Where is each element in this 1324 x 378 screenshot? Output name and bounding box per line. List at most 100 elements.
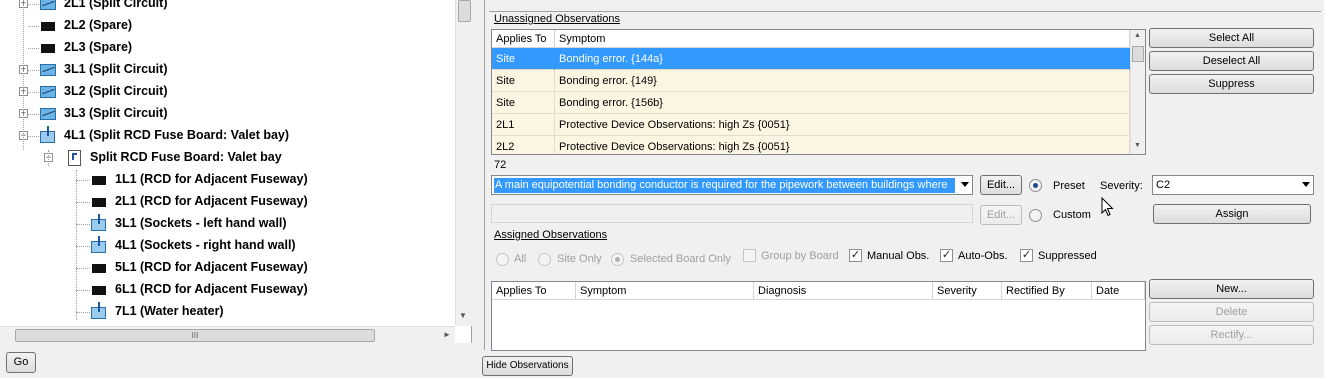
- scroll-down-arrow-icon[interactable]: ▼: [1134, 142, 1141, 149]
- hide-observations-button[interactable]: Hide Observations: [482, 356, 573, 376]
- assigned-grid-header: Applies To Symptom Diagnosis Severity Re…: [492, 282, 1145, 300]
- tree-item[interactable]: 6L1 (RCD for Adjacent Fuseway): [0, 279, 455, 301]
- custom-diagnosis-field[interactable]: [491, 204, 973, 223]
- column-header-rectified-by[interactable]: Rectified By: [1002, 282, 1092, 300]
- table-row[interactable]: 2L1 Protective Device Observations: high …: [492, 114, 1130, 136]
- scroll-down-arrow-icon[interactable]: ▼: [459, 311, 467, 320]
- cell-symptom: Bonding error. {156b}: [555, 92, 1130, 114]
- column-header-applies-to[interactable]: Applies To: [492, 30, 555, 48]
- tree-item-label: 2L1 (Split Circuit): [64, 0, 168, 10]
- tree-item-label: 7L1 (Water heater): [115, 304, 224, 318]
- tree-item-label: 3L1 (Sockets - left hand wall): [115, 216, 287, 230]
- severity-label: Severity:: [1100, 180, 1143, 192]
- assigned-observations-grid[interactable]: Applies To Symptom Diagnosis Severity Re…: [491, 281, 1146, 351]
- circuit-tree[interactable]: +2L1 (Split Circuit) 2L2 (Spare) 2L3 (Spar…: [0, 0, 472, 343]
- new-observation-button[interactable]: New...: [1149, 279, 1314, 299]
- table-row[interactable]: 2L2 Protective Device Observations: high …: [492, 136, 1130, 154]
- tree-item[interactable]: 1L1 (RCD for Adjacent Fuseway): [0, 169, 455, 191]
- tree-connector: [76, 290, 90, 291]
- column-header-symptom[interactable]: Symptom: [555, 30, 1130, 48]
- custom-radio[interactable]: [1029, 209, 1042, 222]
- severity-combo[interactable]: C2: [1152, 175, 1314, 195]
- preset-diagnosis-text: A main equipotential bonding conductor i…: [494, 178, 955, 193]
- tree-connector: [76, 246, 90, 247]
- filter-site-only-radio[interactable]: [538, 253, 551, 266]
- column-header-diagnosis[interactable]: Diagnosis: [754, 282, 933, 300]
- observations-panel: Unassigned Observations Applies To Sympt…: [484, 0, 1324, 351]
- board-circuit-icon: [91, 302, 106, 319]
- cell-symptom: Bonding error. {149}: [555, 70, 1130, 92]
- delete-observation-button[interactable]: Delete: [1149, 302, 1314, 322]
- tree-item[interactable]: 2L1 (RCD for Adjacent Fuseway): [0, 191, 455, 213]
- select-all-button[interactable]: Select All: [1149, 28, 1314, 48]
- split-circuit-icon: [40, 0, 56, 10]
- severity-value: C2: [1156, 179, 1171, 191]
- auto-obs-checkbox[interactable]: ✓: [940, 249, 953, 262]
- board-circuit-icon: [91, 236, 106, 253]
- tree-item[interactable]: 2L3 (Spare): [0, 37, 455, 59]
- column-header-symptom[interactable]: Symptom: [576, 282, 754, 300]
- preset-diagnosis-combo[interactable]: A main equipotential bonding conductor i…: [491, 175, 973, 195]
- tree-item[interactable]: 3L1 (Sockets - left hand wall): [0, 213, 455, 235]
- vertical-scroll-thumb[interactable]: [458, 0, 471, 22]
- tree-item-label: 2L2 (Spare): [64, 18, 133, 32]
- tree-item[interactable]: 4L1 (Sockets - right hand wall): [0, 235, 455, 257]
- suppress-button[interactable]: Suppress: [1149, 74, 1314, 94]
- chevron-down-icon[interactable]: [1302, 182, 1310, 187]
- board-circuit-icon: [40, 126, 55, 143]
- tree-item[interactable]: − Split RCD Fuse Board: Valet bay: [0, 147, 455, 169]
- tree-connector: [23, 0, 24, 150]
- scroll-right-arrow-icon[interactable]: ►: [443, 330, 451, 339]
- tree-item[interactable]: +3L1 (Split Circuit): [0, 59, 455, 81]
- scroll-up-arrow-icon[interactable]: ▲: [1134, 32, 1141, 39]
- tree-item[interactable]: −4L1 (Split RCD Fuse Board: Valet bay): [0, 125, 455, 147]
- tree-connector: [28, 48, 39, 49]
- tree-item-label: 5L1 (RCD for Adjacent Fuseway): [115, 260, 308, 274]
- auto-obs-label: Auto-Obs.: [958, 250, 1008, 262]
- preset-radio[interactable]: [1029, 179, 1042, 192]
- edit-preset-button[interactable]: Edit...: [980, 175, 1022, 195]
- rectify-observation-button[interactable]: Rectify...: [1149, 325, 1314, 345]
- tree-connector: [28, 136, 39, 137]
- tree-connector: [76, 202, 90, 203]
- deselect-all-button[interactable]: Deselect All: [1149, 51, 1314, 71]
- tree-connector: [76, 268, 90, 269]
- tree-item[interactable]: 2L2 (Spare): [0, 15, 455, 37]
- unassigned-grid-scrollbar[interactable]: ▲ ▼: [1130, 30, 1145, 154]
- tree-item[interactable]: +3L2 (Split Circuit): [0, 81, 455, 103]
- grid-scroll-thumb[interactable]: [1132, 46, 1144, 62]
- spare-circuit-icon: [92, 286, 106, 295]
- tree-item-label: Split RCD Fuse Board: Valet bay: [90, 150, 282, 164]
- tree-item[interactable]: 5L1 (RCD for Adjacent Fuseway): [0, 257, 455, 279]
- group-by-board-label: Group by Board: [761, 250, 839, 262]
- tree-item[interactable]: 7L1 (Water heater): [0, 301, 455, 323]
- column-header-applies-to[interactable]: Applies To: [492, 282, 576, 300]
- suppressed-checkbox[interactable]: ✓: [1020, 249, 1033, 262]
- filter-site-only-label: Site Only: [557, 253, 602, 265]
- tree-item[interactable]: +3L3 (Split Circuit): [0, 103, 455, 125]
- filter-selected-board-radio[interactable]: [611, 253, 624, 266]
- cell-symptom: Bonding error. {144a}: [555, 48, 1130, 70]
- unassigned-observations-grid[interactable]: Applies To Symptom Site Bonding error. {1…: [491, 29, 1146, 155]
- tree-horizontal-scrollbar[interactable]: III ►: [0, 326, 455, 343]
- edit-custom-button[interactable]: Edit...: [980, 205, 1022, 225]
- column-header-date[interactable]: Date: [1092, 282, 1145, 300]
- observation-count: 72: [494, 159, 507, 171]
- cell-applies-to: 2L1: [492, 114, 555, 136]
- group-by-board-checkbox[interactable]: [743, 249, 756, 262]
- horizontal-scroll-thumb[interactable]: III: [15, 329, 375, 342]
- table-row[interactable]: Site Bonding error. {149}: [492, 70, 1130, 92]
- manual-obs-checkbox[interactable]: ✓: [849, 249, 862, 262]
- tree-vertical-scrollbar[interactable]: ▼: [455, 0, 472, 326]
- assigned-observations-title: Assigned Observations: [494, 229, 608, 241]
- chevron-down-icon[interactable]: [961, 182, 969, 187]
- tree-item[interactable]: +2L1 (Split Circuit): [0, 0, 455, 15]
- go-button[interactable]: Go: [6, 352, 36, 373]
- table-row[interactable]: Site Bonding error. {156b}: [492, 92, 1130, 114]
- tree-connector: [28, 70, 39, 71]
- table-row[interactable]: Site Bonding error. {144a}: [492, 48, 1130, 70]
- tree-item-label: 1L1 (RCD for Adjacent Fuseway): [115, 172, 308, 186]
- assign-button[interactable]: Assign: [1153, 204, 1311, 224]
- column-header-severity[interactable]: Severity: [933, 282, 1002, 300]
- filter-all-radio[interactable]: [496, 253, 509, 266]
